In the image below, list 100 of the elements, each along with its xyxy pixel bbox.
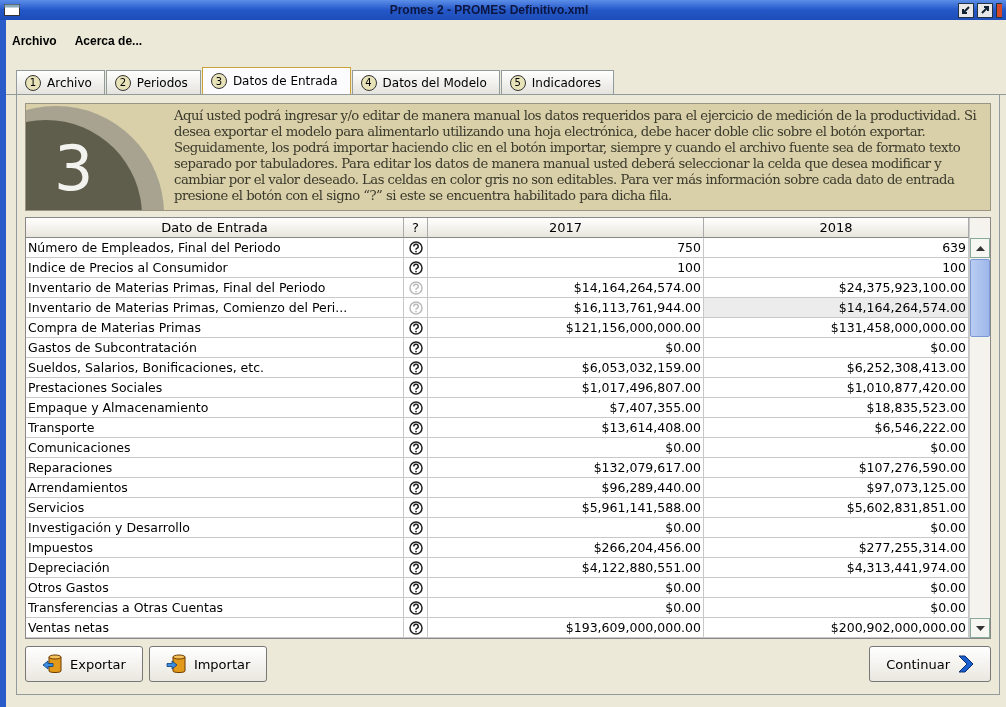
help-icon[interactable] [408,240,423,255]
table-cell: Servicios [26,498,404,518]
close-icon[interactable] [996,2,1002,18]
table-cell[interactable]: $6,252,308,413.00 [704,358,969,378]
table-cell[interactable]: $0.00 [704,598,969,618]
table-cell: Transporte [26,418,404,438]
scroll-up-icon[interactable] [975,245,985,251]
help-icon[interactable] [408,320,423,335]
table-cell: Gastos de Subcontratación [26,338,404,358]
table-cell[interactable]: $14,164,264,574.00 [428,278,704,298]
table-cell: Prestaciones Sociales [26,378,404,398]
table-cell[interactable]: $18,835,523.00 [704,398,969,418]
table-cell[interactable]: $132,079,617.00 [428,458,704,478]
help-icon[interactable] [408,420,423,435]
table-cell[interactable]: 639 [704,238,969,258]
step-number: 2 [114,74,131,91]
column-header[interactable]: Dato de Entrada [26,218,404,238]
table-cell[interactable]: $13,614,408.00 [428,418,704,438]
table-cell[interactable]: $107,276,590.00 [704,458,969,478]
help-icon[interactable] [408,440,423,455]
table-cell[interactable]: $4,313,441,974.00 [704,558,969,578]
table-cell[interactable]: $1,010,877,420.00 [704,378,969,398]
table-cell[interactable]: 750 [428,238,704,258]
table-cell[interactable]: $14,164,264,574.00 [704,298,969,318]
help-icon[interactable] [408,260,423,275]
tab-label: Datos de Entrada [232,74,338,88]
help-icon[interactable] [408,520,423,535]
help-icon[interactable] [408,340,423,355]
table-cell: Investigación y Desarrollo [26,518,404,538]
scroll-down-icon[interactable] [975,625,985,631]
help-icon[interactable] [408,360,423,375]
table-cell[interactable]: $266,204,456.00 [428,538,704,558]
help-icon[interactable] [408,560,423,575]
tab[interactable]: 2 Periodos [105,70,201,94]
table-cell[interactable]: $131,458,000,000.00 [704,318,969,338]
table-cell[interactable]: $0.00 [428,578,704,598]
table-cell[interactable]: $97,073,125.00 [704,478,969,498]
table-cell[interactable]: 100 [704,258,969,278]
table-cell[interactable]: $0.00 [704,438,969,458]
help-icon[interactable] [408,600,423,615]
continue-button[interactable]: Continuar [869,646,991,682]
menu-item[interactable]: Acerca de... [74,34,143,48]
table-cell[interactable]: $0.00 [428,598,704,618]
table-cell: Arrendamientos [26,478,404,498]
table-cell[interactable]: $0.00 [428,438,704,458]
window-title: Promes 2 - PROMES Definitivo.xml [388,3,590,17]
table-cell[interactable]: $96,289,440.00 [428,478,704,498]
scroll-thumb[interactable] [970,259,990,337]
tab[interactable]: 1 Archivo [16,70,105,94]
help-icon[interactable] [408,620,423,635]
table-cell[interactable]: $0.00 [428,338,704,358]
help-icon[interactable] [408,380,423,395]
tab[interactable]: 4 Datos del Modelo [351,70,500,94]
table-cell[interactable]: $0.00 [428,518,704,538]
window-icon [4,4,20,16]
table-cell: Otros Gastos [26,578,404,598]
scrollbar[interactable] [969,218,990,638]
tab[interactable]: 3 Datos de Entrada [201,67,351,94]
help-icon[interactable] [408,580,423,595]
table-cell[interactable]: $193,609,000,000.00 [428,618,704,638]
tab-label: Archivo [47,75,92,90]
tab-label: Indicadores [531,75,602,90]
help-icon[interactable] [408,460,423,475]
step-number: 5 [509,74,526,91]
table-cell[interactable]: $6,546,222.00 [704,418,969,438]
table-cell[interactable]: $0.00 [704,578,969,598]
table-cell[interactable]: $1,017,496,807.00 [428,378,704,398]
table-cell[interactable]: $7,407,355.00 [428,398,704,418]
minimize-icon[interactable] [958,2,974,18]
table-cell[interactable]: $6,053,032,159.00 [428,358,704,378]
table-cell[interactable]: $277,255,314.00 [704,538,969,558]
menu-item[interactable]: Archivo [12,34,57,48]
step-number: 3 [54,132,94,205]
table-cell[interactable]: $4,122,880,551.00 [428,558,704,578]
table-cell[interactable]: $121,156,000,000.00 [428,318,704,338]
table-cell[interactable]: $0.00 [704,338,969,358]
help-icon[interactable] [408,540,423,555]
table-cell[interactable]: 100 [428,258,704,278]
table-cell[interactable]: $0.00 [704,518,969,538]
table-cell[interactable]: $5,961,141,588.00 [428,498,704,518]
column-header[interactable]: 2018 [704,218,969,238]
table-cell: Impuestos [26,538,404,558]
table-cell: Número de Empleados, Final del Periodo [26,238,404,258]
column-header[interactable]: ? [404,218,428,238]
import-button[interactable]: Importar [148,646,268,682]
table-cell: Comunicaciones [26,438,404,458]
tab-label: Periodos [136,75,188,90]
export-button[interactable]: Exportar [25,646,143,682]
column-header[interactable]: 2017 [428,218,704,238]
maximize-icon[interactable] [977,2,993,18]
table-cell[interactable]: $16,113,761,944.00 [428,298,704,318]
tab[interactable]: 5 Indicadores [500,70,615,94]
table-cell: Indice de Precios al Consumidor [26,258,404,278]
help-icon[interactable] [408,480,423,495]
table-cell: Compra de Materias Primas [26,318,404,338]
help-icon[interactable] [408,400,423,415]
table-cell[interactable]: $5,602,831,851.00 [704,498,969,518]
table-cell[interactable]: $24,375,923,100.00 [704,278,969,298]
help-icon[interactable] [408,500,423,515]
table-cell[interactable]: $200,902,000,000.00 [704,618,969,638]
